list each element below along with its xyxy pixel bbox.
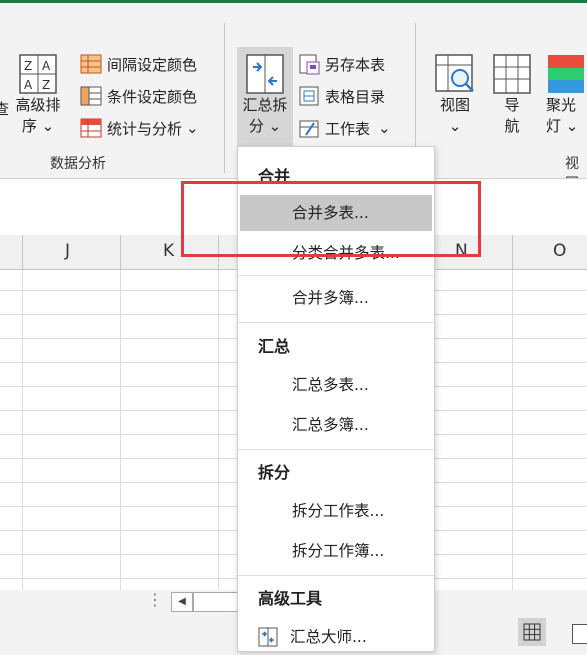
grid-color-icon bbox=[80, 54, 102, 74]
chevron-down-icon: ⌄ bbox=[268, 117, 282, 135]
menu-item-summarize-workbooks[interactable]: 汇总多簿... bbox=[240, 407, 432, 443]
worksheet-button[interactable]: 工作表 ⌄ bbox=[298, 115, 391, 141]
view-label: 视图 bbox=[439, 96, 470, 114]
save-sheet-label: 另存本表 bbox=[325, 55, 386, 74]
stats-icon bbox=[80, 118, 102, 138]
chevron-down-icon: ⌄ bbox=[565, 117, 579, 135]
navigation-label-1: 导 bbox=[504, 96, 520, 114]
table-catalog-label: 表格目录 bbox=[325, 87, 386, 106]
group-divider bbox=[224, 23, 225, 173]
left-arrow-icon: ◀ bbox=[178, 596, 186, 607]
navigation-button[interactable]: 导 航 bbox=[490, 53, 534, 137]
menu-item-summarize-sheets[interactable]: 汇总多表... bbox=[240, 367, 432, 403]
menu-item-merge-workbooks[interactable]: 合并多簿... bbox=[240, 280, 432, 316]
menu-item-split-worksheet[interactable]: 拆分工作表... bbox=[240, 493, 432, 529]
advanced-sort-label-1: 高级排 bbox=[15, 96, 61, 114]
navigation-label-2: 航 bbox=[504, 117, 520, 135]
stats-analysis-button[interactable]: 统计与分析 ⌄ bbox=[80, 115, 199, 141]
merge-split-button[interactable]: 汇总拆 分 ⌄ bbox=[237, 47, 293, 155]
advanced-sort-label-2: 序 bbox=[21, 117, 37, 135]
merge-split-label-1: 汇总拆 bbox=[242, 96, 288, 114]
horizontal-scrollbar[interactable] bbox=[193, 592, 239, 612]
menu-section-advanced-tools: 高级工具 bbox=[258, 589, 323, 608]
menu-divider bbox=[238, 449, 434, 450]
svg-text:A: A bbox=[24, 78, 33, 92]
merge-split-label-2: 分 bbox=[248, 117, 264, 135]
stats-analysis-label: 统计与分析 bbox=[107, 119, 183, 138]
merge-split-icon bbox=[246, 54, 284, 94]
spotlight-button[interactable]: 聚光 灯 ⌄ bbox=[546, 53, 587, 137]
spotlight-icon bbox=[548, 55, 584, 93]
view-button[interactable]: 视图 ⌄ bbox=[430, 53, 480, 137]
advanced-sort-icon: Z A A Z bbox=[19, 54, 57, 94]
svg-text:Z: Z bbox=[42, 78, 50, 92]
interval-color-button[interactable]: 间隔设定颜色 bbox=[80, 51, 197, 77]
navigation-icon bbox=[493, 54, 531, 94]
advanced-sort-button[interactable]: Z A A Z 高级排 序 ⌄ bbox=[8, 53, 68, 137]
normal-view-button[interactable] bbox=[518, 618, 546, 646]
chevron-down-icon: ⌄ bbox=[378, 119, 391, 137]
page-layout-view-button[interactable] bbox=[572, 624, 587, 644]
column-header-o[interactable]: O bbox=[553, 241, 566, 261]
menu-section-split: 拆分 bbox=[258, 463, 291, 482]
menu-divider bbox=[238, 322, 434, 323]
spotlight-label-2: 灯 bbox=[546, 117, 562, 135]
menu-section-summary: 汇总 bbox=[258, 337, 291, 356]
condition-color-button[interactable]: 条件设定颜色 bbox=[80, 83, 197, 109]
table-catalog-icon bbox=[299, 86, 319, 106]
save-sheet-icon bbox=[299, 54, 320, 75]
worksheet-icon bbox=[299, 120, 319, 138]
annotation-highlight-box bbox=[181, 181, 481, 257]
condition-color-icon bbox=[80, 86, 102, 106]
interval-color-label: 间隔设定颜色 bbox=[107, 55, 198, 74]
column-header-j[interactable]: J bbox=[65, 241, 70, 261]
worksheet-label: 工作表 bbox=[325, 119, 371, 138]
menu-divider bbox=[238, 575, 434, 576]
save-sheet-button[interactable]: 另存本表 bbox=[298, 51, 385, 77]
spotlight-label-1: 聚光 bbox=[546, 96, 577, 114]
grid-view-icon bbox=[523, 623, 541, 641]
chevron-down-icon: ⌄ bbox=[41, 117, 55, 135]
svg-text:Z: Z bbox=[24, 59, 32, 73]
scroll-left-button[interactable]: ◀ bbox=[171, 592, 193, 612]
menu-divider bbox=[238, 275, 434, 276]
menu-item-split-workbook[interactable]: 拆分工作簿... bbox=[240, 533, 432, 569]
group-label-data-analysis: 数据分析 bbox=[50, 156, 106, 172]
chevron-down-icon: ⌄ bbox=[186, 119, 199, 137]
view-icon bbox=[435, 54, 474, 92]
condition-color-label: 条件设定颜色 bbox=[107, 87, 198, 106]
svg-text:A: A bbox=[42, 59, 51, 73]
splitter-handle[interactable]: ⋮ bbox=[147, 590, 163, 609]
chevron-down-icon: ⌄ bbox=[448, 117, 462, 135]
table-catalog-button[interactable]: 表格目录 bbox=[298, 83, 385, 109]
summary-master-icon bbox=[258, 627, 278, 647]
column-header-k[interactable]: K bbox=[163, 241, 174, 261]
